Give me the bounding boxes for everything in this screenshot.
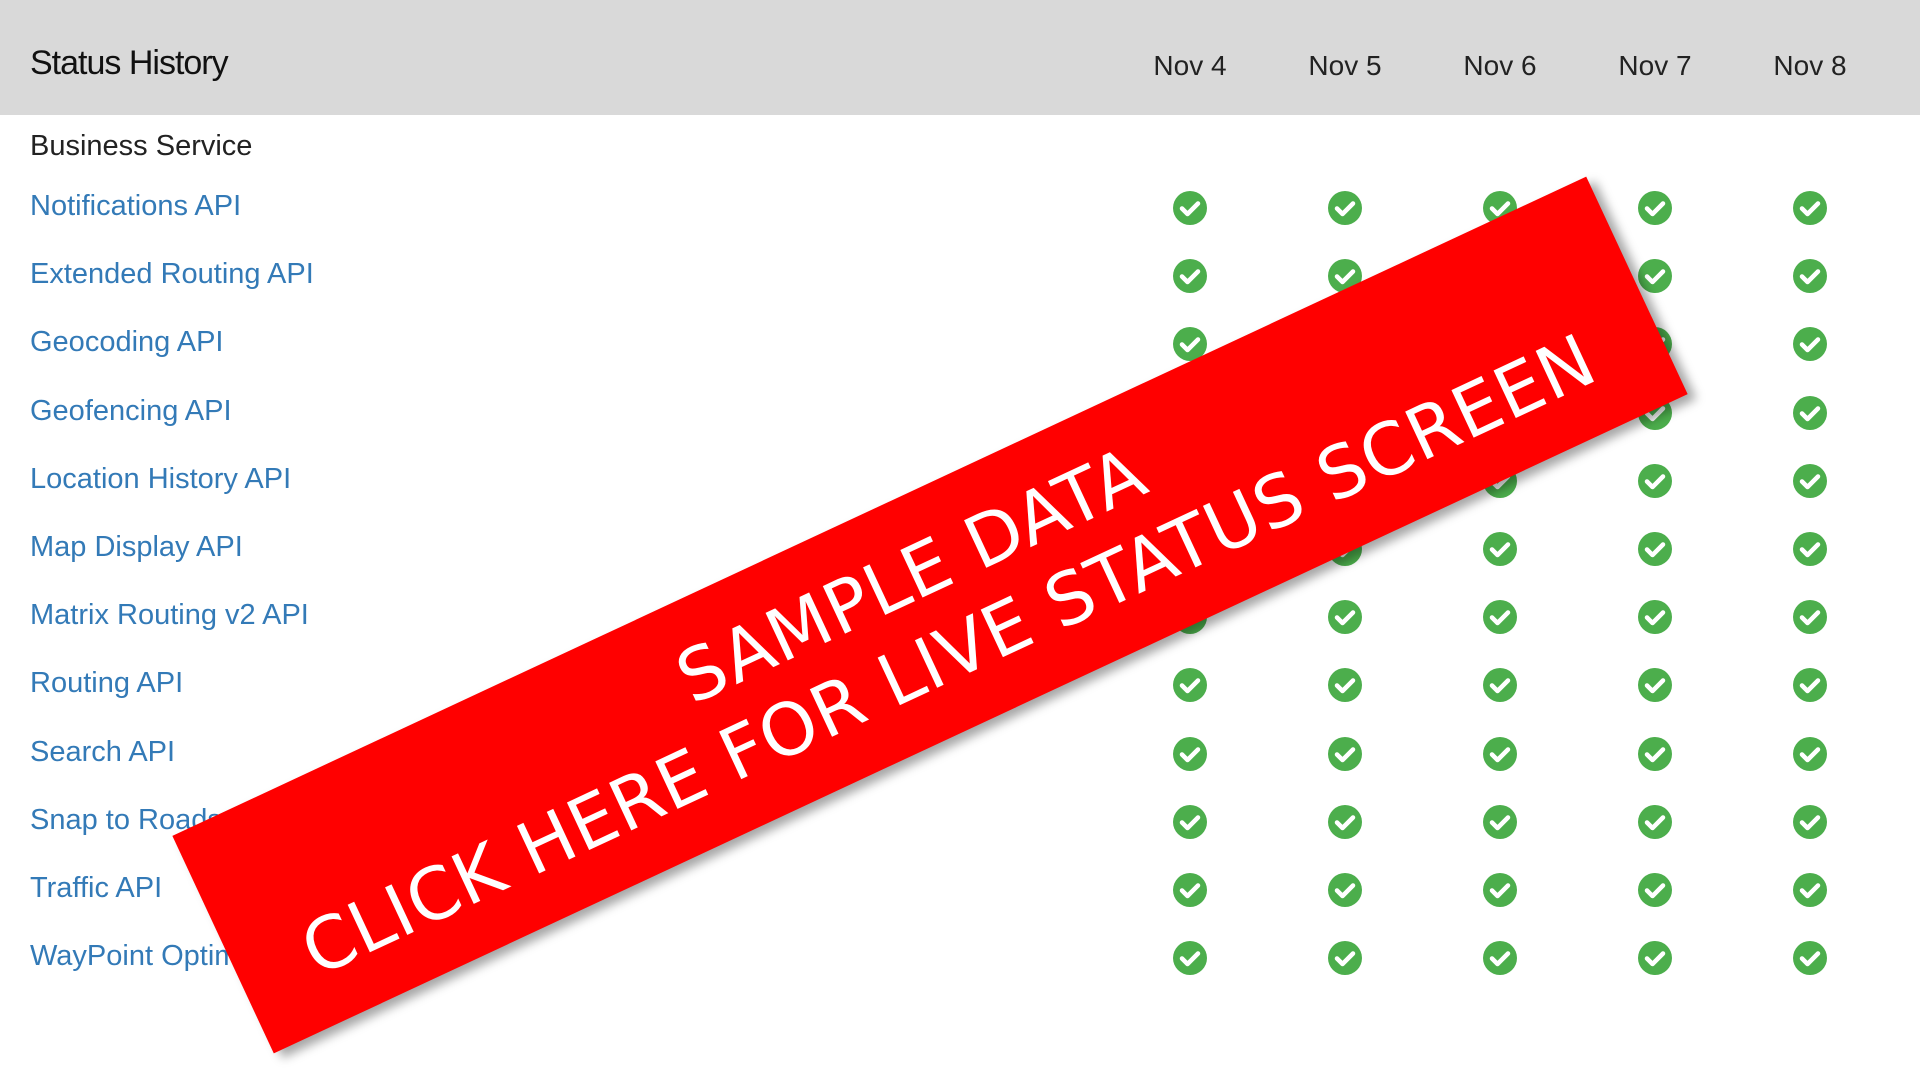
service-link[interactable]: Location History API [30,463,291,496]
check-circle-icon [1173,804,1207,839]
check-circle-icon [1793,463,1827,498]
check-circle-icon [1328,873,1362,907]
date-column-header: Nov 4 [1153,50,1227,81]
date-column-header: Nov 5 [1308,50,1382,81]
check-circle-icon [1328,600,1362,635]
check-circle-icon [1793,532,1827,566]
service-link[interactable]: Routing API [30,667,183,700]
check-circle-icon [1173,668,1207,703]
check-circle-icon [1328,191,1362,225]
check-circle-icon [1173,941,1207,976]
check-circle-icon [1793,941,1827,976]
check-circle-icon [1638,941,1672,976]
check-circle-icon [1328,941,1362,976]
service-link[interactable]: Notifications API [30,190,241,223]
check-circle-icon [1793,327,1827,362]
check-circle-icon [1793,259,1827,294]
check-circle-icon [1483,532,1517,566]
check-circle-icon [1638,191,1672,225]
check-circle-icon [1328,736,1362,771]
service-link[interactable]: Geofencing API [30,395,232,428]
check-circle-icon [1793,395,1827,430]
banner-line-click-here: CLICK HERE FOR LIVE STATUS SCREEN [288,317,1609,993]
service-link[interactable]: Map Display API [30,531,243,564]
check-circle-icon [1173,191,1207,225]
check-circle-icon [1638,259,1672,294]
sample-data-banner[interactable]: SAMPLE DATA CLICK HERE FOR LIVE STATUS S… [172,176,1688,1054]
service-link[interactable]: Traffic API [30,872,162,905]
page-title: Status History [30,44,229,82]
group-label: Business Service [30,130,253,162]
check-circle-icon [1793,873,1827,907]
check-circle-icon [1793,600,1827,635]
check-circle-icon [1483,600,1517,635]
service-link[interactable]: Matrix Routing v2 API [30,599,309,632]
check-circle-icon [1638,600,1672,635]
check-circle-icon [1638,532,1672,566]
check-circle-icon [1483,941,1517,976]
check-circle-icon [1483,668,1517,703]
service-link[interactable]: Geocoding API [30,326,223,359]
status-history-header: Status History Nov 4 Nov 5 Nov 6 Nov 7 Nov 8 [0,0,1920,115]
check-circle-icon [1638,463,1672,498]
date-column-header: Nov 7 [1618,50,1692,81]
check-circle-icon [1638,873,1672,907]
check-circle-icon [1483,804,1517,839]
check-circle-icon [1793,804,1827,839]
check-circle-icon [1638,668,1672,703]
check-circle-icon [1483,873,1517,907]
check-circle-icon [1173,259,1207,294]
check-circle-icon [1328,804,1362,839]
service-link[interactable]: Search API [30,736,175,769]
check-circle-icon [1638,804,1672,839]
check-circle-icon [1793,191,1827,225]
date-column-header: Nov 6 [1463,50,1537,81]
check-circle-icon [1793,668,1827,703]
date-column-header: Nov 8 [1773,50,1847,81]
check-circle-icon [1173,873,1207,907]
check-circle-icon [1483,736,1517,771]
check-circle-icon [1638,736,1672,771]
check-circle-icon [1328,668,1362,703]
service-link[interactable]: Extended Routing API [30,258,314,291]
check-circle-icon [1793,736,1827,771]
check-circle-icon [1173,736,1207,771]
